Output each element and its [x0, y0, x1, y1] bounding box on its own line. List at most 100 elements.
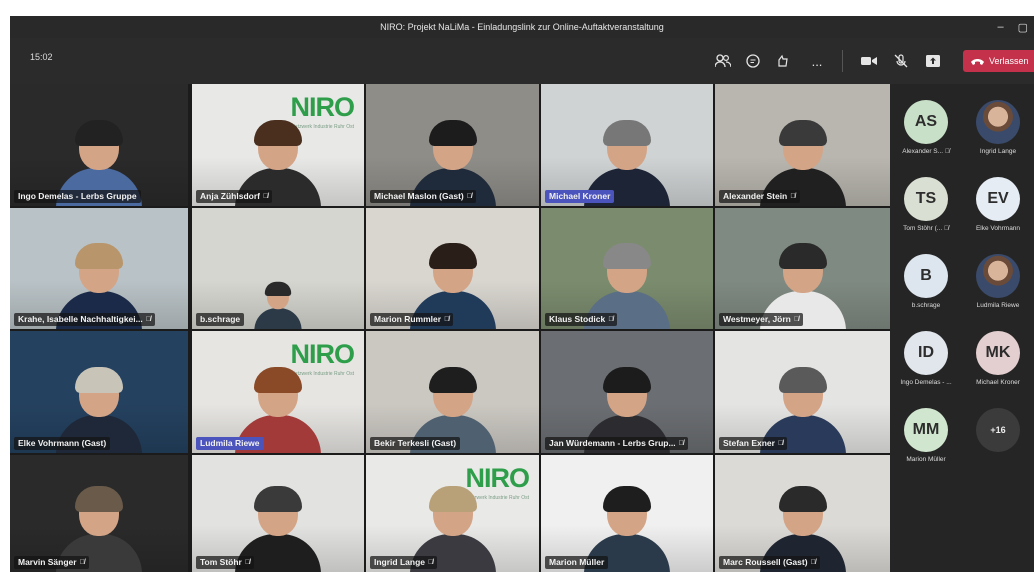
screenshot-stage: NIRO: Projekt NaLiMa - Einladungslink zu…	[0, 0, 1034, 572]
toolbar-divider	[842, 50, 843, 72]
mic-muted-icon: 🎙̸	[608, 316, 614, 323]
mic-muted-icon: 🎙̸	[444, 316, 450, 323]
hair-shape	[254, 367, 302, 393]
participant-panel-name: Alexander S... 🎙̸	[890, 148, 962, 155]
participant-name-label: Marvin Sänger 🎙̸	[14, 556, 89, 569]
participant-panel-item[interactable]: TS Tom Stöhr (... 🎙̸	[890, 169, 962, 247]
participant-panel-item[interactable]: MK Michael Kroner	[962, 323, 1034, 401]
maximize-button[interactable]: ▢	[1018, 21, 1028, 34]
window-title: NIRO: Projekt NaLiMa - Einladungslink zu…	[380, 22, 664, 32]
participant-name: Jan Würdemann - Lerbs Grup...	[549, 438, 676, 448]
participant-name-label: Michael Kroner	[545, 190, 615, 203]
share-screen-icon[interactable]	[920, 48, 946, 74]
participant-panel-name: Michael Kroner	[962, 379, 1034, 386]
participant-name: Ingrid Lange	[979, 148, 1017, 155]
video-tile[interactable]: Marion Müller	[541, 455, 713, 572]
video-tile[interactable]: Michael Kroner	[541, 84, 713, 206]
participant-panel-item[interactable]: Bb.schrage	[890, 246, 962, 324]
participant-panel-item[interactable]: AS Alexander S... 🎙̸	[890, 92, 962, 170]
video-tile[interactable]: NIRO Netzwerk Industrie Ruhr Ost Ingrid La…	[366, 455, 539, 572]
video-tile[interactable]: Westmeyer, Jörn 🎙̸	[715, 208, 890, 329]
participant-panel-name: Ingo Demelas - ...	[890, 379, 962, 386]
mic-muted-icon: 🎙̸	[262, 193, 269, 200]
participant-name-label: Ingo Demelas - Lerbs Gruppe	[14, 190, 141, 203]
avatar-initials: ID	[918, 344, 934, 361]
participant-name: Bekir Terkesli (Gast)	[374, 438, 457, 448]
hair-shape	[428, 243, 477, 269]
hair-shape	[603, 120, 651, 146]
participant-name-label: Klaus Stodick 🎙̸	[545, 313, 618, 326]
participant-panel: AS Alexander S... 🎙̸ Ingrid Lange TS Tom Stö…	[890, 84, 1034, 572]
participant-name-label: Marion Rummler 🎙̸	[370, 313, 454, 326]
video-tile[interactable]: Krahe, Isabelle Nachhaltigkei... 🎙̸	[10, 208, 188, 329]
participant-name: Tom Stöhr (...	[903, 225, 943, 232]
mic-muted-icon: 🎙̸	[777, 440, 784, 447]
participant-name: Marion Müller	[906, 456, 946, 463]
chat-icon[interactable]	[740, 48, 766, 74]
participant-panel-item[interactable]: +16	[962, 400, 1034, 478]
participant-name-label: Marc Roussell (Gast) 🎙̸	[719, 556, 820, 569]
leave-label: Verlassen	[989, 56, 1029, 66]
hair-shape	[264, 281, 292, 296]
video-tile[interactable]: b.schrage	[192, 208, 364, 329]
video-tile[interactable]: Marvin Sänger 🎙̸	[10, 455, 188, 572]
participant-panel-item[interactable]: ID Ingo Demelas - ...	[890, 323, 962, 401]
participant-panel-item[interactable]: MM Marion Müller	[890, 400, 962, 478]
hair-shape	[75, 486, 123, 512]
video-tile[interactable]: Marc Roussell (Gast) 🎙̸	[715, 455, 890, 572]
mic-muted-icon: 🎙̸	[678, 440, 684, 447]
participant-name: Alexander S...	[902, 148, 944, 155]
video-tile[interactable]: NIRO Netzwerk Industrie Ruhr Ost Ludmila R…	[192, 331, 364, 453]
participant-panel-name: Ludmila Riewe	[962, 302, 1034, 309]
video-tile[interactable]: NIRO Netzwerk Industrie Ruhr Ost Anja Zühl…	[192, 84, 364, 206]
participant-name: Ingo Demelas - ...	[900, 379, 952, 386]
participant-name: Elke Vohrmann	[975, 225, 1021, 232]
participant-name-label: Elke Vohrmann (Gast)	[14, 437, 111, 450]
mic-muted-icon: 🎙̸	[466, 193, 472, 200]
video-tile[interactable]: Marion Rummler 🎙̸	[366, 208, 539, 329]
participant-name: Krahe, Isabelle Nachhaltigkei...	[18, 314, 143, 324]
participant-video	[254, 281, 302, 329]
participant-panel-item[interactable]: EV Elke Vohrmann	[962, 169, 1034, 247]
video-tile[interactable]: Jan Würdemann - Lerbs Grup... 🎙̸	[541, 331, 713, 453]
video-grid: Ingo Demelas - Lerbs Gruppe NIRO Netzwerk …	[10, 84, 890, 572]
participant-name-label: Bekir Terkesli (Gast)	[370, 437, 461, 450]
leave-button[interactable]: Verlassen	[963, 50, 1034, 72]
body-shape	[254, 308, 302, 329]
more-actions-button[interactable]: ...	[804, 48, 830, 74]
participants-icon[interactable]	[710, 48, 736, 74]
hair-shape	[254, 120, 302, 146]
reactions-icon[interactable]	[770, 48, 796, 74]
video-tile[interactable]: Elke Vohrmann (Gast)	[10, 331, 188, 453]
participant-panel-name: Marion Müller	[890, 456, 962, 463]
phone-hangup-icon	[971, 58, 984, 65]
mic-muted-icon: 🎙̸	[790, 193, 796, 200]
participant-name: Michael Kroner	[976, 379, 1020, 386]
participant-name-label: Krahe, Isabelle Nachhaltigkei... 🎙̸	[14, 313, 155, 326]
participant-panel-name: Ingrid Lange	[962, 148, 1034, 155]
video-tile[interactable]: Stefan Exner 🎙̸	[715, 331, 890, 453]
participant-panel-item[interactable]: Ludmila Riewe	[962, 246, 1034, 324]
avatar: ID	[904, 331, 948, 375]
participant-panel-item[interactable]: Ingrid Lange	[962, 92, 1034, 170]
participant-name-label: Ingrid Lange 🎙̸	[370, 556, 438, 569]
participant-name: Marc Roussell (Gast)	[723, 557, 808, 567]
video-tile[interactable]: Alexander Stein 🎙̸	[715, 84, 890, 206]
video-tile[interactable]: Tom Stöhr 🎙̸	[192, 455, 364, 572]
mic-muted-icon: 🎙̸	[943, 148, 950, 155]
video-tile[interactable]: Klaus Stodick 🎙̸	[541, 208, 713, 329]
video-tile[interactable]: Ingo Demelas - Lerbs Gruppe	[10, 84, 188, 206]
video-tile[interactable]: Bekir Terkesli (Gast)	[366, 331, 539, 453]
video-tile[interactable]: Michael Maslon (Gast) 🎙̸	[366, 84, 539, 206]
title-bar: NIRO: Projekt NaLiMa - Einladungslink zu…	[10, 16, 1034, 38]
hair-shape	[75, 120, 123, 146]
mic-muted-icon[interactable]	[888, 48, 914, 74]
mic-muted-icon: 🎙̸	[79, 559, 85, 566]
participant-name: b.schrage	[200, 314, 241, 324]
avatar	[976, 100, 1020, 144]
participant-panel-name: b.schrage	[890, 302, 962, 309]
camera-icon[interactable]	[856, 48, 882, 74]
hair-shape	[75, 243, 123, 269]
participant-name-label: Jan Würdemann - Lerbs Grup... 🎙̸	[545, 437, 688, 450]
minimize-button[interactable]: –	[997, 21, 1003, 33]
